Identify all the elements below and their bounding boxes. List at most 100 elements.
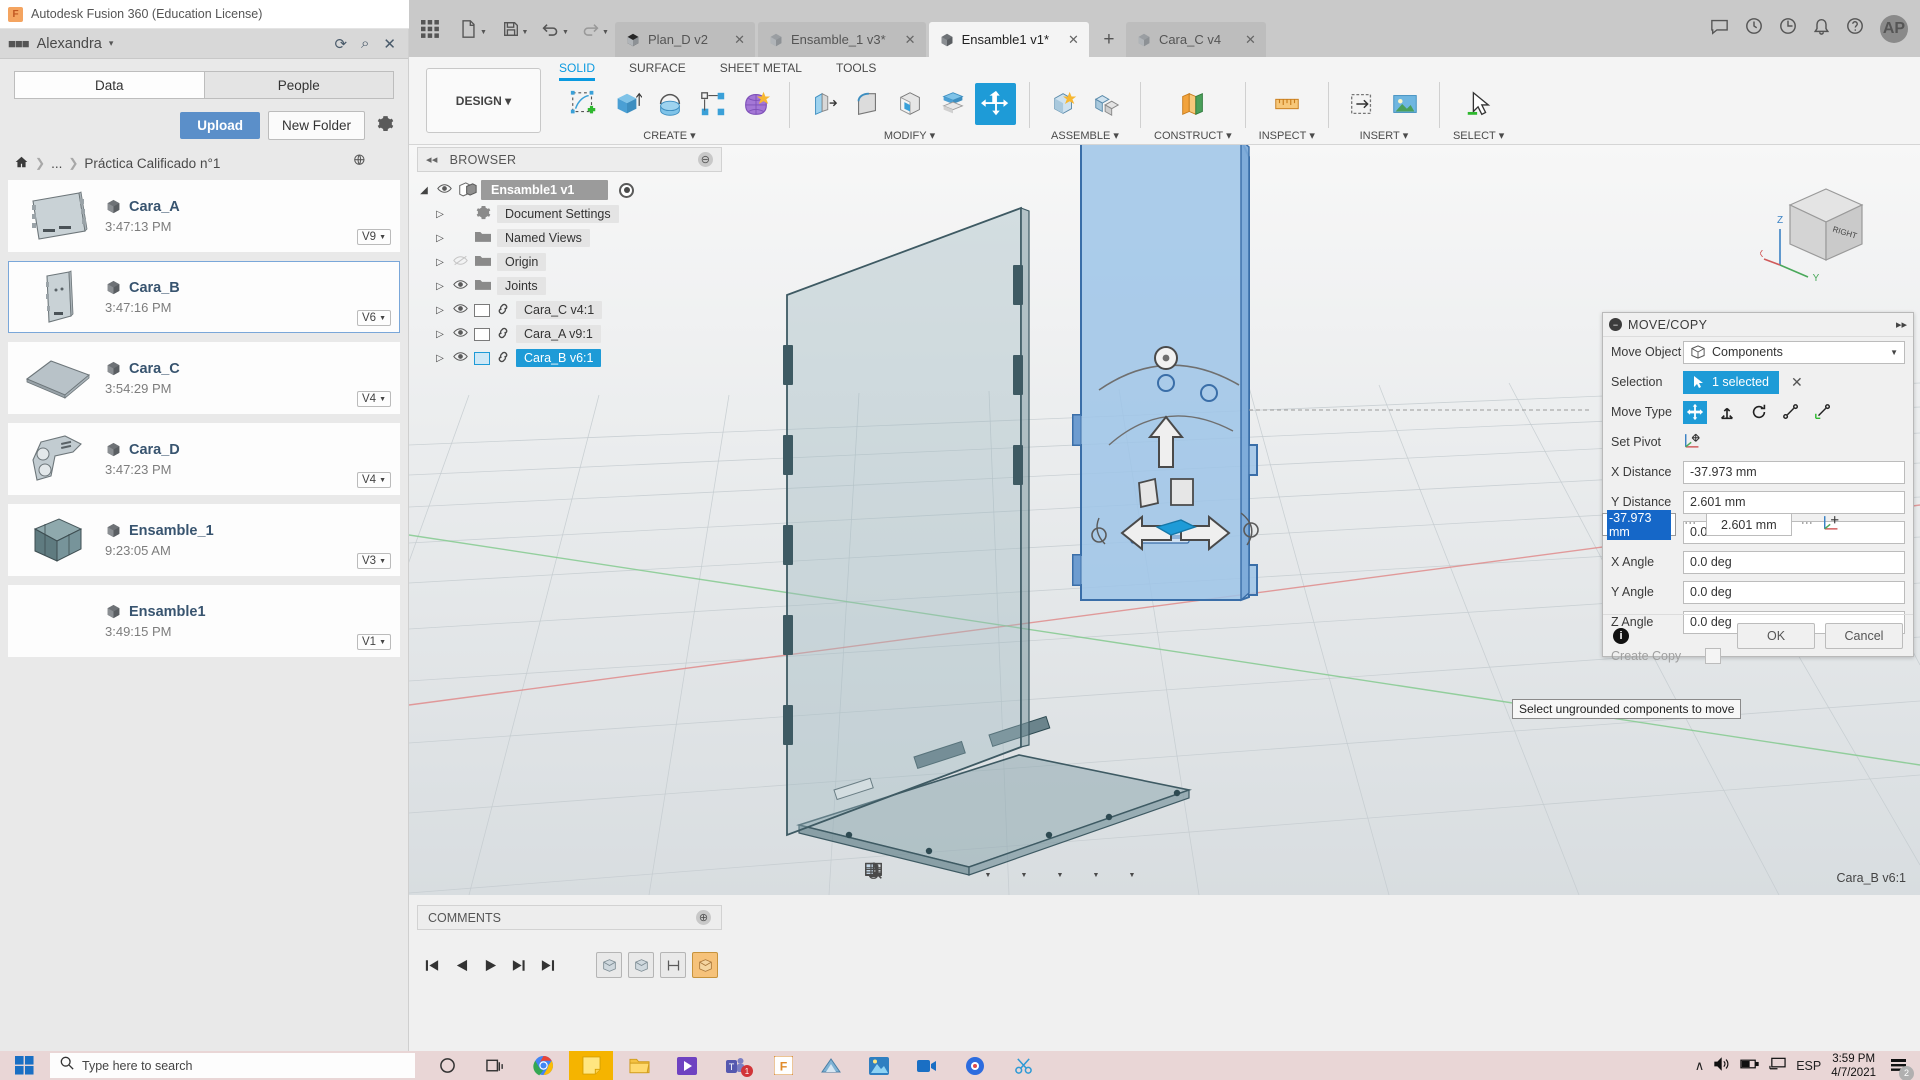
inline-set-pivot-icon[interactable] [1822, 513, 1842, 537]
file-name[interactable]: Cara_C [129, 361, 180, 377]
history-icon[interactable] [1779, 17, 1797, 40]
shell-icon[interactable] [889, 83, 930, 125]
display-settings-icon[interactable] [865, 861, 932, 889]
visibility-eye-icon[interactable] [452, 303, 469, 317]
close-tab-icon[interactable]: ✕ [893, 32, 916, 48]
x-distance-inline-editor[interactable]: -37.973 mm ⋮ 2.601 mm ⋮ [1602, 509, 1842, 540]
tab-surface[interactable]: SURFACE [629, 61, 686, 81]
search-icon[interactable]: ⌕ [361, 35, 369, 52]
network-icon[interactable] [1769, 1057, 1786, 1074]
expand-triangle-icon[interactable]: ▷ [433, 281, 447, 292]
help-icon[interactable] [1846, 17, 1864, 40]
pattern-icon[interactable] [692, 83, 733, 125]
visibility-eye-icon[interactable] [452, 351, 469, 365]
document-tab-plan-d[interactable]: Plan_D v2 ✕ [615, 22, 755, 57]
clear-selection-icon[interactable]: ✕ [1791, 374, 1803, 391]
visibility-eye-icon[interactable] [452, 327, 469, 341]
offset-face-icon[interactable] [932, 83, 973, 125]
view-cube[interactable]: RIGHT Z Y X [1760, 165, 1880, 285]
move-type-point-to-position-icon[interactable] [1811, 401, 1835, 424]
job-status-icon[interactable] [1745, 17, 1763, 40]
new-folder-button[interactable]: New Folder [267, 111, 365, 140]
tree-row-root[interactable]: ◢ Ensamble1 v1 [417, 178, 722, 202]
expand-triangle-icon[interactable]: ▷ [433, 233, 447, 244]
info-icon[interactable]: i [1613, 627, 1629, 644]
visibility-eye-off-icon[interactable] [452, 255, 469, 269]
list-item[interactable]: Cara_A 3:47:13 PM V9 ▼ [8, 180, 400, 252]
fit-view-icon[interactable]: ▼ [866, 861, 1040, 889]
browser-collapse-circle-icon[interactable]: ⊖ [698, 152, 713, 167]
visibility-eye-icon[interactable] [452, 279, 469, 293]
scissors-app-icon[interactable] [1001, 1051, 1045, 1080]
expand-triangle-icon[interactable]: ▷ [433, 305, 447, 316]
undo-icon[interactable]: ▼ [535, 0, 575, 57]
visibility-eye-icon[interactable] [436, 183, 453, 197]
joint-icon[interactable] [1086, 83, 1127, 125]
close-tab-icon[interactable]: ✕ [1233, 32, 1256, 48]
timeline-step-back-icon[interactable] [448, 950, 474, 980]
sticky-notes-icon[interactable] [569, 1051, 613, 1080]
display-mode-icon[interactable]: ▼ [865, 861, 1076, 889]
user-menu-chevron-down-icon[interactable]: ▾ [109, 38, 114, 49]
version-badge[interactable]: V6 ▼ [356, 310, 391, 326]
version-badge[interactable]: V4 ▼ [356, 391, 391, 407]
measure-icon[interactable] [1266, 83, 1307, 125]
battery-icon[interactable] [1740, 1058, 1759, 1073]
ribbon-group-label-assemble[interactable]: ASSEMBLE ▾ [1051, 129, 1119, 142]
notification-center-icon[interactable]: 2 [1886, 1053, 1914, 1080]
move-type-translate-icon[interactable] [1715, 401, 1739, 424]
chat-icon[interactable] [1710, 18, 1729, 40]
app-grid-icon[interactable] [409, 0, 451, 57]
cancel-button[interactable]: Cancel [1825, 622, 1903, 649]
expand-triangle-icon[interactable]: ▷ [433, 209, 447, 220]
file-name[interactable]: Cara_B [129, 280, 180, 296]
tree-row-component-cara-a[interactable]: ▷ Cara_A v9:1 [417, 322, 722, 346]
insert-canvas-icon[interactable] [1385, 83, 1426, 125]
document-tab-ensamble-1[interactable]: Ensamble_1 v3* ✕ [758, 22, 926, 57]
list-item[interactable]: Ensamble1 3:49:15 PM V1 ▼ [8, 585, 400, 657]
volume-icon[interactable] [1714, 1057, 1730, 1074]
cortana-icon[interactable] [425, 1051, 469, 1080]
fusion360-taskbar-icon[interactable]: F [761, 1051, 805, 1080]
y-distance-edit-input[interactable]: 2.601 mm [1705, 513, 1792, 536]
upload-button[interactable]: Upload [180, 112, 260, 139]
language-indicator[interactable]: ESP [1796, 1059, 1821, 1073]
video-call-icon[interactable] [905, 1051, 949, 1080]
file-name[interactable]: Cara_A [129, 199, 180, 215]
timeline-feature-selected[interactable] [692, 952, 718, 978]
breadcrumb-ellipsis[interactable]: ... [51, 156, 62, 171]
timeline-jump-start-icon[interactable] [419, 950, 445, 980]
ok-button[interactable]: OK [1737, 622, 1815, 649]
y-angle-input[interactable]: 0.0 deg [1683, 580, 1905, 604]
move-type-point-to-point-icon[interactable] [1779, 401, 1803, 424]
ribbon-group-label-select[interactable]: SELECT ▾ [1453, 129, 1504, 142]
viewports-icon[interactable]: ▼ [865, 861, 1148, 889]
avatar[interactable]: AP [1880, 14, 1908, 43]
redo-icon[interactable]: ▼ [575, 0, 615, 57]
tree-row-origin[interactable]: ▷ Origin [417, 250, 722, 274]
list-item[interactable]: Ensamble_1 9:23:05 AM V3 ▼ [8, 504, 400, 576]
comments-bar[interactable]: COMMENTS ⊕ [417, 905, 722, 930]
selection-button[interactable]: 1 selected [1683, 370, 1779, 394]
version-badge[interactable]: V9 ▼ [356, 229, 391, 245]
timeline-play-icon[interactable] [477, 950, 503, 980]
zoom-icon[interactable]: ▼ [865, 861, 1004, 889]
close-tab-icon[interactable]: ✕ [722, 32, 745, 48]
document-tab-ensamble1[interactable]: Ensamble1 v1* ✕ [928, 22, 1089, 57]
offset-plane-icon[interactable] [1172, 83, 1213, 125]
x-angle-input[interactable]: 0.0 deg [1683, 550, 1905, 574]
timeline-feature-2[interactable] [628, 952, 654, 978]
refresh-icon[interactable]: ⟳ [334, 35, 347, 53]
new-document-icon[interactable]: ▼ [451, 0, 495, 57]
gear-icon[interactable] [377, 115, 394, 137]
x-distance-input[interactable]: -37.973 mm [1683, 460, 1905, 484]
show-hidden-icons-chevron-up-icon[interactable]: ∧ [1695, 1058, 1705, 1074]
list-item[interactable]: Cara_D 3:47:23 PM V4 ▼ [8, 423, 400, 495]
start-button-icon[interactable] [0, 1051, 48, 1080]
x-distance-edit-input[interactable]: -37.973 mm [1602, 509, 1676, 540]
fillet-icon[interactable] [846, 83, 887, 125]
save-icon[interactable]: ▼ [495, 0, 535, 57]
recording-app-icon[interactable] [953, 1051, 997, 1080]
tab-tools[interactable]: TOOLS [836, 61, 876, 81]
ribbon-group-label-create[interactable]: CREATE ▾ [643, 129, 695, 142]
